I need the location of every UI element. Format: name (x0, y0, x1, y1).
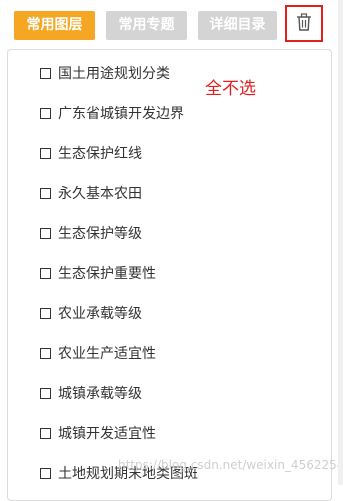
layer-label: 生态保护等级 (58, 226, 142, 242)
layer-checkbox[interactable] (40, 387, 51, 399)
layer-checkbox[interactable] (40, 427, 51, 439)
deselect-all-annotation: 全不选 (205, 79, 256, 99)
layer-label: 农业生产适宜性 (58, 346, 156, 362)
layer-item[interactable]: 生态保护重要性 (40, 263, 156, 283)
layer-item[interactable]: 生态保护红线 (40, 143, 142, 163)
layer-checkbox[interactable] (40, 307, 51, 319)
watermark: https://blog.csdn.net/weixin_45622540 (118, 458, 343, 472)
layer-item[interactable]: 城镇承载等级 (40, 383, 142, 403)
layer-checkbox[interactable] (40, 467, 51, 479)
toolbar: 常用图层 常用专题 详细目录 (0, 0, 343, 48)
layer-checkbox[interactable] (40, 147, 51, 159)
layer-item[interactable]: 农业承载等级 (40, 303, 142, 323)
layer-checkbox[interactable] (40, 347, 51, 359)
layer-item[interactable]: 永久基本农田 (40, 183, 142, 203)
layer-label: 农业承载等级 (58, 306, 142, 322)
layer-label: 永久基本农田 (58, 186, 142, 202)
layer-label: 生态保护重要性 (58, 266, 156, 282)
layer-item[interactable]: 农业生产适宜性 (40, 343, 156, 363)
tab-common-layers[interactable]: 常用图层 (14, 11, 95, 40)
layer-checkbox[interactable] (40, 107, 51, 119)
layer-label: 国土用途规划分类 (58, 66, 170, 82)
trash-icon (296, 12, 312, 35)
layer-checkbox[interactable] (40, 227, 51, 239)
layer-checkbox[interactable] (40, 187, 51, 199)
scrollbar[interactable] (338, 0, 343, 485)
layer-label: 城镇开发适宜性 (58, 426, 156, 442)
layer-item[interactable]: 国土用途规划分类 (40, 63, 170, 83)
layer-item[interactable]: 城镇开发适宜性 (40, 423, 156, 443)
layer-item[interactable]: 广东省城镇开发边界 (40, 103, 184, 123)
layer-label: 广东省城镇开发边界 (58, 106, 184, 122)
layer-checkbox[interactable] (40, 67, 51, 79)
tab-detailed-catalog[interactable]: 详细目录 (198, 11, 277, 40)
clear-all-button[interactable] (285, 5, 323, 42)
layer-item[interactable]: 生态保护等级 (40, 223, 142, 243)
tab-common-topics[interactable]: 常用专题 (106, 11, 187, 40)
layer-checkbox[interactable] (40, 267, 51, 279)
layer-label: 城镇承载等级 (58, 386, 142, 402)
layer-label: 生态保护红线 (58, 146, 142, 162)
